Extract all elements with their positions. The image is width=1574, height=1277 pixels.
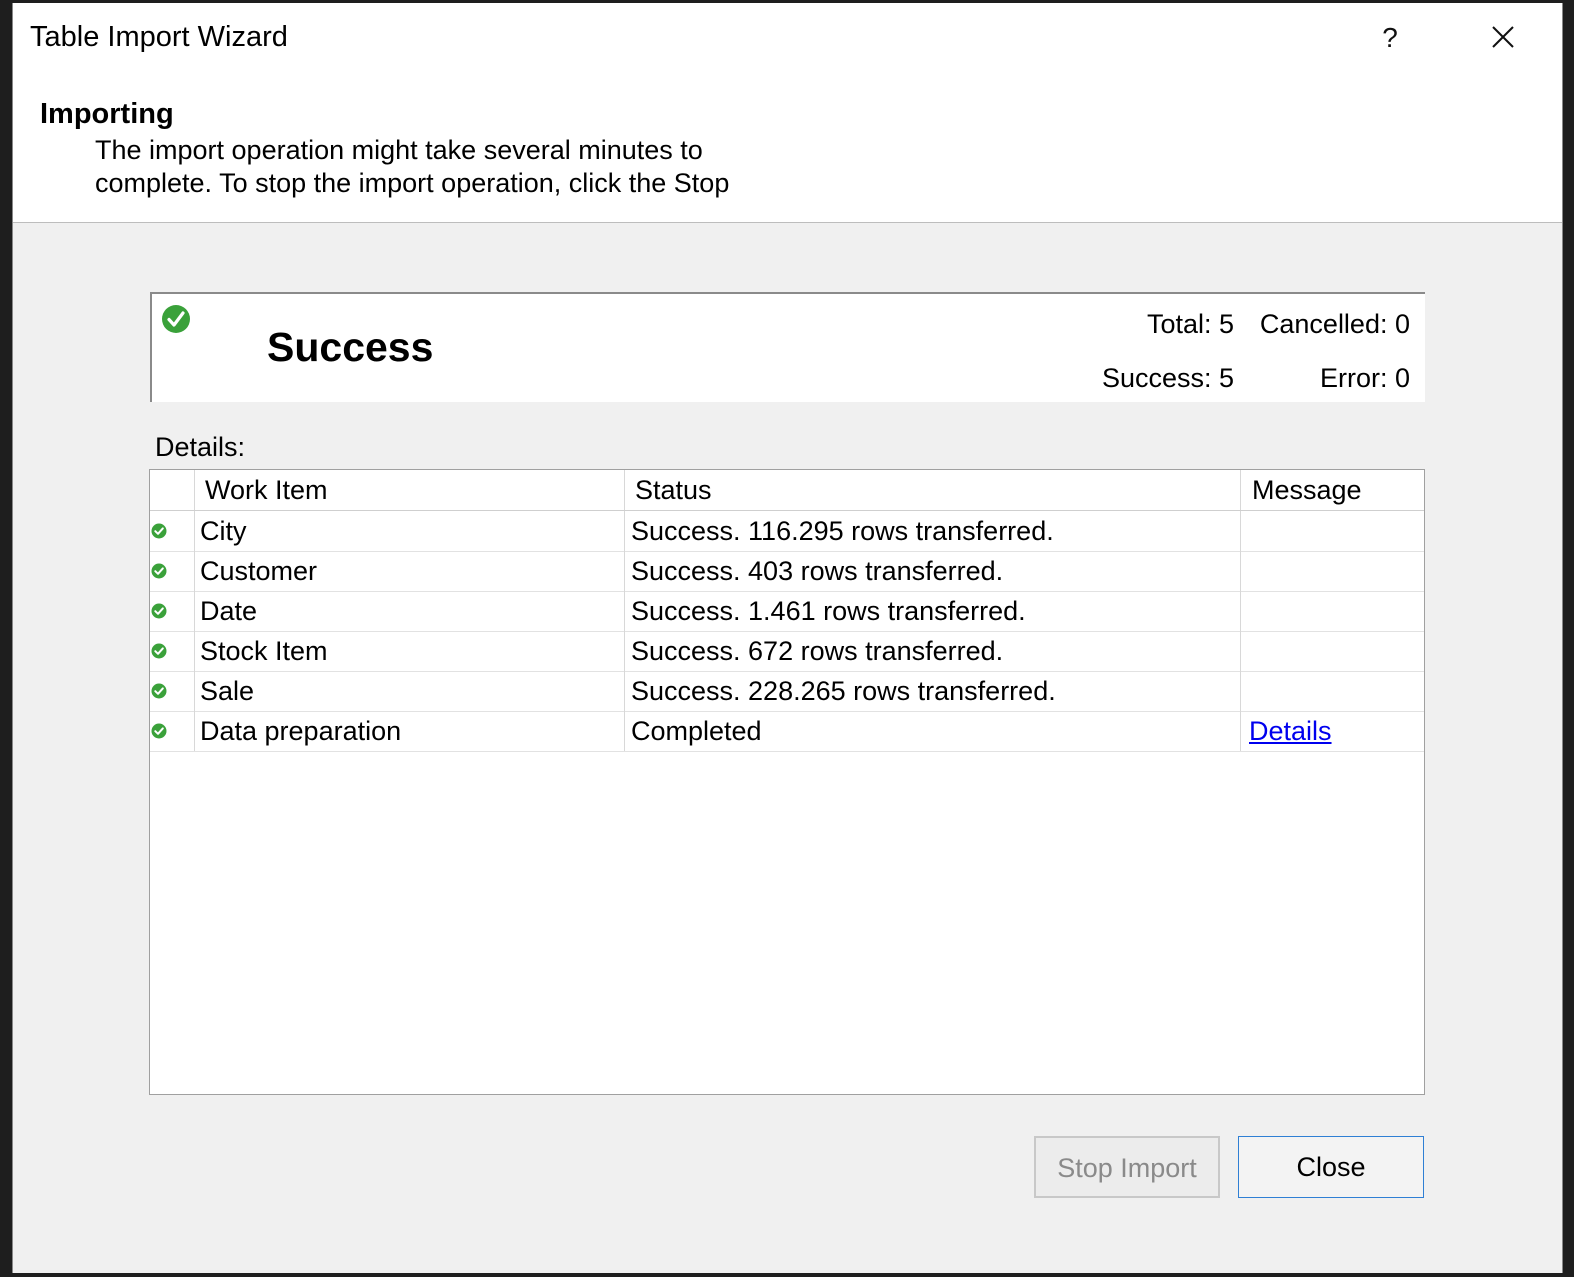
- column-header-icon: [150, 470, 195, 510]
- work-item-cell: Date: [195, 591, 625, 631]
- details-table[interactable]: Work Item Status Message City Success. 1…: [149, 469, 1425, 1095]
- success-check-icon: [151, 603, 167, 619]
- table-row[interactable]: Data preparation Completed Details: [150, 711, 1424, 752]
- column-header-message[interactable]: Message: [1242, 470, 1424, 510]
- success-check-icon: [151, 723, 167, 739]
- table-row[interactable]: Sale Success. 228.265 rows transferred.: [150, 671, 1424, 712]
- success-check-icon: [151, 523, 167, 539]
- column-header-work-item[interactable]: Work Item: [195, 470, 625, 510]
- message-cell: [1242, 671, 1424, 711]
- status-cell: Completed: [626, 711, 1241, 751]
- success-check-icon: [151, 563, 167, 579]
- details-label: Details:: [155, 432, 246, 462]
- status-cell: Success. 116.295 rows transferred.: [626, 511, 1241, 551]
- table-row[interactable]: Customer Success. 403 rows transferred.: [150, 551, 1424, 592]
- work-item-cell: City: [195, 511, 625, 551]
- work-item-cell: Stock Item: [195, 631, 625, 671]
- work-item-cell: Data preparation: [195, 711, 625, 751]
- cancelled-count: Cancelled: 0: [1259, 309, 1410, 339]
- wizard-header: Table Import Wizard ? Importing The impo…: [13, 3, 1562, 223]
- close-icon[interactable]: [1483, 17, 1523, 57]
- success-check-icon: [151, 683, 167, 699]
- total-count: Total: 5: [1146, 309, 1234, 339]
- error-count: Error: 0: [1319, 363, 1410, 393]
- message-cell: [1242, 631, 1424, 671]
- table-row[interactable]: City Success. 116.295 rows transferred.: [150, 511, 1424, 552]
- table-row[interactable]: Date Success. 1.461 rows transferred.: [150, 591, 1424, 632]
- work-item-cell: Sale: [195, 671, 625, 711]
- table-import-wizard-dialog: Table Import Wizard ? Importing The impo…: [12, 3, 1563, 1273]
- window-title: Table Import Wizard: [30, 21, 288, 53]
- table-row[interactable]: Stock Item Success. 672 rows transferred…: [150, 631, 1424, 672]
- message-cell: [1242, 551, 1424, 591]
- status-cell: Success. 228.265 rows transferred.: [626, 671, 1241, 711]
- message-cell: [1242, 591, 1424, 631]
- summary-status: Success: [267, 324, 434, 370]
- status-cell: Success. 1.461 rows transferred.: [626, 591, 1241, 631]
- status-cell: Success. 403 rows transferred.: [626, 551, 1241, 591]
- stop-import-button[interactable]: Stop Import: [1034, 1136, 1220, 1198]
- message-cell: [1242, 511, 1424, 551]
- details-link[interactable]: Details: [1249, 716, 1332, 746]
- page-heading: Importing: [40, 98, 174, 130]
- work-item-cell: Customer: [195, 551, 625, 591]
- page-description: The import operation might take several …: [95, 135, 730, 198]
- column-header-status[interactable]: Status: [626, 470, 1241, 510]
- help-button[interactable]: ?: [1372, 18, 1408, 58]
- success-check-icon: [151, 643, 167, 659]
- close-button[interactable]: Close: [1238, 1136, 1424, 1198]
- success-check-icon: [161, 304, 191, 334]
- summary-panel: Success Total: 5 Cancelled: 0 Success: 5…: [150, 292, 1425, 402]
- status-cell: Success. 672 rows transferred.: [626, 631, 1241, 671]
- table-header-row: Work Item Status Message: [150, 470, 1424, 511]
- success-count: Success: 5: [1101, 363, 1234, 393]
